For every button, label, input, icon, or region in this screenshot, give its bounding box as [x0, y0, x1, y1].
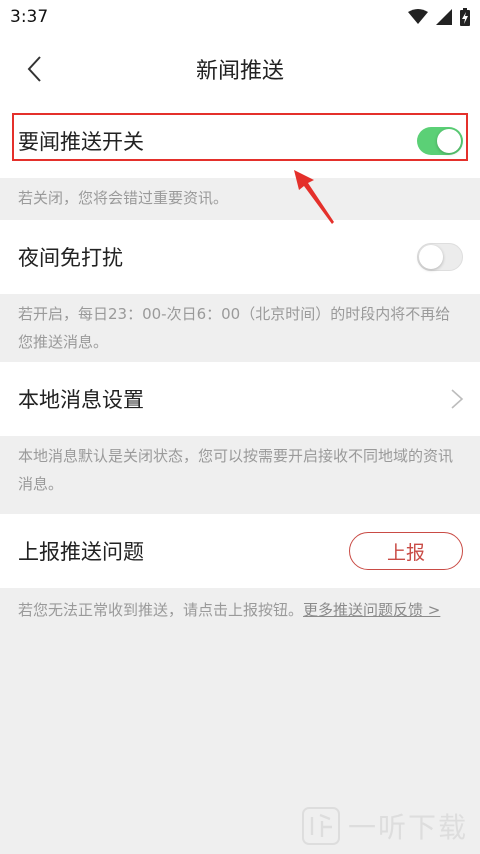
battery-charging-icon [460, 8, 470, 26]
watermark-logo-icon [301, 807, 340, 845]
local-news-label: 本地消息设置 [18, 388, 144, 412]
status-icons [408, 8, 470, 26]
app-bar: 新闻推送 [0, 34, 480, 104]
local-news-note: 本地消息默认是关闭状态，您可以按需要开启接收不同地域的资讯消息。 [0, 436, 480, 504]
chevron-right-icon [451, 389, 464, 409]
status-time: 3:37 [10, 7, 49, 27]
back-button[interactable] [14, 48, 54, 90]
news-push-label: 要闻推送开关 [18, 130, 144, 154]
report-note-text: 若您无法正常收到推送，请点击上报按钮。 [18, 601, 304, 619]
status-bar: 3:37 [0, 0, 480, 34]
page-title: 新闻推送 [195, 59, 284, 84]
night-mode-label: 夜间免打扰 [18, 246, 123, 270]
feedback-link[interactable]: 更多推送问题反馈 > [303, 601, 440, 619]
chevron-left-icon [27, 56, 41, 82]
watermark: 一听下载 [301, 806, 468, 846]
news-push-row: 要闻推送开关 [0, 104, 480, 178]
signal-icon [436, 9, 452, 25]
night-mode-row: 夜间免打扰 [0, 220, 480, 294]
report-note: 若您无法正常收到推送，请点击上报按钮。更多推送问题反馈 > [0, 588, 480, 630]
local-news-row[interactable]: 本地消息设置 [0, 362, 480, 436]
report-label: 上报推送问题 [18, 540, 144, 564]
wifi-icon [408, 9, 428, 24]
night-mode-toggle[interactable] [417, 243, 463, 271]
report-button[interactable]: 上报 [349, 532, 463, 570]
toggle-knob [419, 245, 443, 269]
toggle-knob [437, 129, 461, 153]
night-mode-note: 若开启，每日23：00-次日6：00（北京时间）的时段内将不再给您推送消息。 [0, 294, 480, 362]
news-push-note: 若关闭，您将会错过重要资讯。 [0, 178, 480, 218]
news-push-toggle[interactable] [417, 127, 463, 155]
report-row: 上报推送问题 上报 [0, 514, 480, 588]
watermark-text: 一听下载 [347, 811, 468, 844]
